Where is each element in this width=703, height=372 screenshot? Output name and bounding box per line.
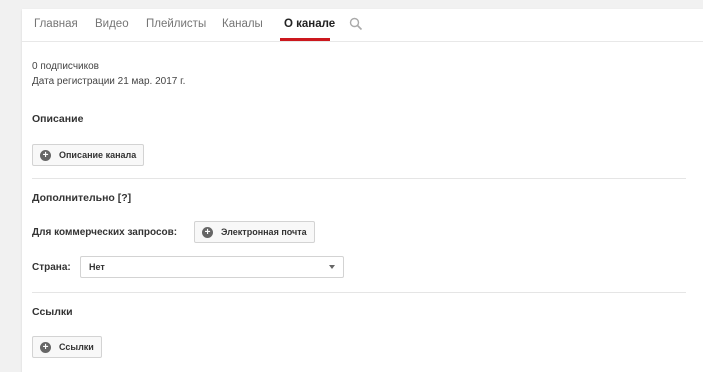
country-label: Страна:	[32, 262, 71, 273]
subscriber-count: 0 подписчиков	[32, 61, 99, 72]
tab-about[interactable]: О канале	[284, 18, 335, 30]
plus-icon: +	[40, 341, 51, 353]
add-email-label: Электронная почта	[221, 227, 307, 237]
country-value: Нет	[89, 262, 105, 272]
add-email-button[interactable]: + Электронная почта	[194, 221, 315, 243]
tab-videos[interactable]: Видео	[95, 18, 129, 30]
channel-tabs: Главная Видео Плейлисты Каналы О канале	[22, 9, 703, 42]
plus-icon: +	[202, 226, 213, 238]
chevron-down-icon	[329, 265, 335, 269]
country-select[interactable]: Нет	[80, 256, 344, 278]
add-links-label: Ссылки	[59, 342, 94, 352]
add-description-button[interactable]: + Описание канала	[32, 144, 145, 166]
divider	[32, 292, 686, 293]
additional-title: Дополнительно [?]	[32, 192, 132, 204]
channel-about-card: Главная Видео Плейлисты Каналы О канале …	[22, 9, 703, 372]
active-tab-indicator	[280, 38, 330, 41]
tab-playlists[interactable]: Плейлисты	[146, 18, 206, 30]
plus-icon: +	[40, 149, 51, 161]
registration-date: Дата регистрации 21 мар. 2017 г.	[32, 76, 186, 87]
divider	[32, 178, 686, 179]
tab-channels[interactable]: Каналы	[222, 18, 263, 30]
tab-home[interactable]: Главная	[34, 18, 78, 30]
search-icon[interactable]	[349, 17, 363, 31]
business-inquiries-label: Для коммерческих запросов:	[32, 227, 178, 238]
add-description-label: Описание канала	[59, 150, 137, 160]
add-links-button[interactable]: + Ссылки	[32, 336, 102, 358]
description-title: Описание	[32, 113, 84, 125]
links-title: Ссылки	[32, 306, 73, 318]
